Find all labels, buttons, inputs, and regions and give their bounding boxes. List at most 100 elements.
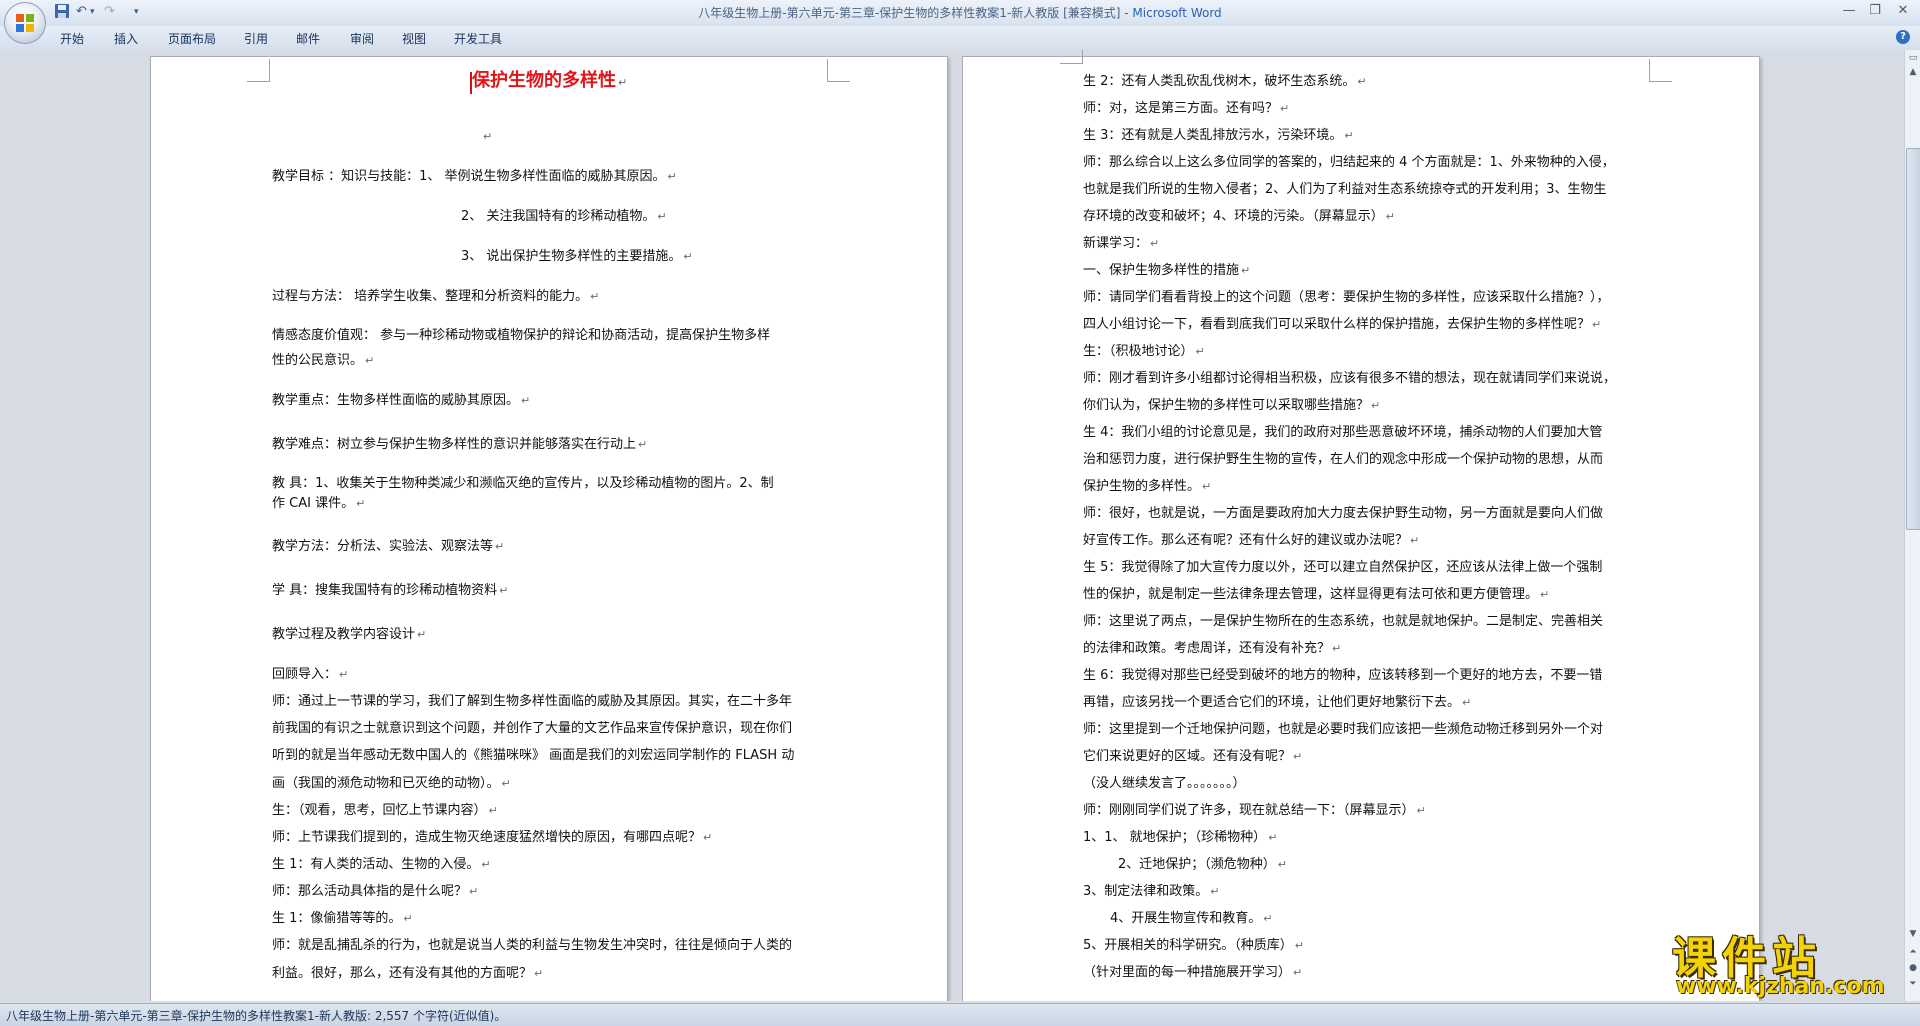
paragraph[interactable]: 师：很好，也就是说，一方面是要政府加大力度去保护野生动物，另一方面就是要向人们做 [1083, 505, 1603, 523]
paragraph-text: 听到的就是当年感动无数中国人的《熊猫咪咪》 画面是我们的刘宏运同学制作的 FLA… [272, 748, 795, 763]
paragraph-text: 存环境的改变和破坏；4、环境的污染。（屏幕显示） [1083, 209, 1384, 224]
paragraph[interactable]: 教 具：1、收集关于生物种类减少和濒临灭绝的宣传片，以及珍稀动植物的图片。2、制 [272, 475, 774, 493]
paragraph[interactable]: 3、 说出保护生物多样性的主要措施。 ↵ [461, 248, 693, 266]
help-icon[interactable]: ? [1896, 30, 1910, 44]
paragraph-text: 保护生物的多样性。 [1083, 479, 1201, 494]
paragraph[interactable]: 教学重点：生物多样性面临的威胁其原因。 ↵ [272, 392, 530, 410]
minimize-icon[interactable]: — [1836, 2, 1862, 20]
paragraph[interactable]: 生 6：我觉得对那些已经受到破坏的地方的物种，应该转移到一个更好的地方去，不要一… [1083, 667, 1602, 685]
paragraph-text: 教学目标 ：知识与技能：1、 举例说生物多样性面临的威胁其原因。 [272, 169, 666, 184]
tab-references[interactable]: 引用 [244, 30, 268, 47]
paragraph[interactable]: 回顾导入： ↵ [272, 666, 348, 684]
paragraph[interactable]: 师：那么活动具体指的是什么呢？ ↵ [272, 883, 478, 901]
previous-page-icon[interactable]: ⏶ [1907, 946, 1919, 958]
paragraph[interactable]: 5、开展相关的科学研究。（种质库） ↵ [1083, 937, 1304, 955]
paragraph[interactable]: 生 2：还有人类乱砍乱伐树木，破坏生态系统。 ↵ [1083, 73, 1367, 91]
paragraph[interactable]: 生：（积极地讨论） ↵ [1083, 343, 1205, 361]
paragraph[interactable]: 听到的就是当年感动无数中国人的《熊猫咪咪》 画面是我们的刘宏运同学制作的 FLA… [272, 747, 794, 765]
paragraph[interactable]: 你们认为，保护生物的多样性可以采取哪些措施？ ↵ [1083, 397, 1380, 415]
paragraph[interactable]: 存环境的改变和破坏；4、环境的污染。（屏幕显示） ↵ [1083, 208, 1395, 226]
paragraph[interactable]: 4、开展生物宣传和教育。 ↵ [1110, 910, 1273, 928]
paragraph[interactable]: 2、迁地保护；（濒危物种） ↵ [1118, 856, 1287, 874]
tab-insert[interactable]: 插入 [114, 30, 138, 47]
paragraph[interactable]: 师：就是乱捕乱杀的行为，也就是说当人类的利益与生物发生冲突时，往往是倾向于人类的 [272, 937, 792, 955]
tab-view[interactable]: 视图 [402, 30, 426, 47]
paragraph[interactable]: 作 CAI 课件。 ↵ [272, 495, 365, 513]
paragraph[interactable]: 画（我国的濒危动物和已灭绝的动物）。 ↵ [272, 775, 511, 793]
paragraph[interactable]: 四人小组讨论一下，看看到底我们可以采取什么样的保护措施，去保护生物的多样性呢？ ↵ [1083, 316, 1601, 334]
paragraph[interactable]: 师：那么综合以上这么多位同学的答案的，归结起来的 4 个方面就是：1、外来物种的… [1083, 154, 1615, 172]
restore-icon[interactable]: ❐ [1862, 2, 1888, 20]
crop-mark [1060, 50, 1083, 64]
paragraph[interactable]: 教学方法：分析法、实验法、观察法等 ↵ [272, 538, 504, 556]
paragraph[interactable]: 师：上节课我们提到的，造成生物灭绝速度猛然增快的原因，有哪四点呢？ ↵ [272, 829, 712, 847]
tab-developer[interactable]: 开发工具 [454, 30, 502, 47]
browse-object-icon[interactable]: ● [1907, 962, 1919, 974]
paragraph[interactable]: 师：刚才看到许多小组都讨论得相当积极，应该有很多不错的想法，现在就请同学们来说说… [1083, 370, 1616, 388]
paragraph[interactable]: ↵ [481, 128, 492, 146]
paragraph-mark: ↵ [590, 290, 600, 303]
paragraph-text: （针对里面的每一种措施展开学习） [1083, 965, 1292, 980]
paragraph[interactable]: 也就是我们所说的生物入侵者；2、人们为了利益对生态系统掠夺式的开发利用；3、生物… [1083, 181, 1607, 199]
paragraph-text: 的法律和政策。考虑周详，还有没有补充？ [1083, 641, 1331, 656]
ruler-toggle-icon[interactable]: ▭ [1907, 52, 1919, 64]
vertical-scrollbar[interactable]: ▭ ▲ ▼ ⏶ ● ⏷ [1904, 50, 1920, 1001]
tab-mailings[interactable]: 邮件 [296, 30, 320, 47]
paragraph[interactable]: 治和惩罚力度，进行保护野生生物的宣传，在人们的观念中形成一个保护动物的思想，从而 [1083, 451, 1603, 469]
paragraph[interactable]: 再错，应该另找一个更适合它们的环境，让他们更好地繁衍下去。 ↵ [1083, 694, 1471, 712]
scroll-up-icon[interactable]: ▲ [1907, 66, 1919, 78]
scroll-down-icon[interactable]: ▼ [1907, 928, 1919, 940]
paragraph[interactable]: 它们来说更好的区域。还有没有呢？ ↵ [1083, 748, 1302, 766]
document-area[interactable]: 保护生物的多样性 ↵ ↵ 教学目标 ：知识与技能：1、 举例说生物多样性面临的威胁… [0, 50, 1904, 1001]
page-right[interactable]: 生 2：还有人类乱砍乱伐树木，破坏生态系统。 ↵ 师：对，这是第三方面。还有吗？ ↵… [962, 50, 1760, 1001]
tab-home[interactable]: 开始 [60, 30, 84, 47]
paragraph[interactable]: 的法律和政策。考虑周详，还有没有补充？ ↵ [1083, 640, 1341, 658]
paragraph-mark: ↵ [1344, 129, 1354, 142]
document-title: 八年级生物上册-第六单元-第三章-保护生物的多样性教案1-新人教版 [兼容模式]… [698, 6, 1133, 20]
paragraph[interactable]: 生 3：还有就是人类乱排放污水，污染环境。 ↵ [1083, 127, 1354, 145]
paragraph[interactable]: 性的保护，就是制定一些法律条理去管理，这样显得更有法可依和更方便管理。 ↵ [1083, 586, 1549, 604]
paragraph-text: 生 1：有人类的活动、生物的入侵。 [272, 857, 480, 872]
paragraph[interactable]: 过程与方法： 培养学生收集、整理和分析资料的能力。 ↵ [272, 288, 599, 306]
paragraph[interactable]: 生：（观看，思考，回忆上节课内容） ↵ [272, 802, 498, 820]
paragraph[interactable]: 2、 关注我国特有的珍稀动植物。 ↵ [461, 208, 667, 226]
tab-page-layout[interactable]: 页面布局 [168, 30, 216, 47]
paragraph[interactable]: 师：通过上一节课的学习，我们了解到生物多样性面临的威胁及其原因。其实，在二十多年 [272, 693, 792, 711]
paragraph[interactable]: 师：刚刚同学们说了许多，现在就总结一下：（屏幕显示） ↵ [1083, 802, 1426, 820]
paragraph[interactable]: 生 4：我们小组的讨论意见是，我们的政府对那些恶意破坏环境，捕杀动物的人们要加大… [1083, 424, 1602, 442]
paragraph[interactable]: 1、1、 就地保护；（珍稀物种） ↵ [1083, 829, 1277, 847]
document-heading[interactable]: 保护生物的多样性 ↵ [472, 72, 627, 92]
title-bar: ↶ ▾ ↷ ▾ 八年级生物上册-第六单元-第三章-保护生物的多样性教案1-新人教… [0, 0, 1920, 27]
paragraph[interactable]: 前我国的有识之士就意识到这个问题，并创作了大量的文艺作品来宣传保护意识，现在你们 [272, 720, 792, 738]
paragraph[interactable]: 生 5：我觉得除了加大宣传力度以外，还可以建立自然保护区，还应该从法律上做一个强… [1083, 559, 1602, 577]
paragraph[interactable]: 3、制定法律和政策。 ↵ [1083, 883, 1220, 901]
paragraph[interactable]: 师：这里提到一个迁地保护问题，也就是必要时我们应该把一些濒危动物迁移到另外一个对 [1083, 721, 1603, 739]
paragraph[interactable]: 生 1：像偷猎等等的。 ↵ [272, 910, 413, 928]
paragraph[interactable]: 利益。很好，那么，还有没有其他的方面呢？ ↵ [272, 965, 543, 983]
paragraph[interactable]: 师：对，这是第三方面。还有吗？ ↵ [1083, 100, 1289, 118]
office-button[interactable] [4, 2, 46, 44]
paragraph[interactable]: 性的公民意识。 ↵ [272, 352, 374, 370]
scroll-thumb[interactable] [1906, 148, 1920, 530]
paragraph[interactable]: 教学目标 ：知识与技能：1、 举例说生物多样性面临的威胁其原因。 ↵ [272, 168, 677, 186]
paragraph-mark: ↵ [1277, 858, 1287, 871]
paragraph[interactable]: 学 具：搜集我国特有的珍稀动植物资料 ↵ [272, 582, 508, 600]
paragraph[interactable]: 师：这里说了两点，一是保护生物所在的生态系统，也就是就地保护。二是制定、完善相关 [1083, 613, 1603, 631]
paragraph[interactable]: 保护生物的多样性。 ↵ [1083, 478, 1211, 496]
paragraph[interactable]: 生 1：有人类的活动、生物的入侵。 ↵ [272, 856, 491, 874]
paragraph[interactable]: 新课学习： ↵ [1083, 235, 1159, 253]
tab-review[interactable]: 审阅 [350, 30, 374, 47]
page-left[interactable]: 保护生物的多样性 ↵ ↵ 教学目标 ：知识与技能：1、 举例说生物多样性面临的威胁… [150, 56, 948, 1001]
paragraph[interactable]: 一、保护生物多样性的措施 ↵ [1083, 262, 1250, 280]
paragraph[interactable]: （没人继续发言了。。。。。。。） [1083, 775, 1246, 793]
paragraph[interactable]: 情感态度价值观： 参与一种珍稀动物或植物保护的辩论和协商活动，提高保护生物多样 [272, 327, 770, 345]
paragraph-mark: ↵ [365, 354, 375, 367]
next-page-icon[interactable]: ⏷ [1907, 978, 1919, 990]
paragraph[interactable]: 好宣传工作。那么还有呢？还有什么好的建议或办法呢？ ↵ [1083, 532, 1419, 550]
paragraph[interactable]: 师：请同学们看看背投上的这个问题（思考：要保护生物的多样性，应该采取什么措施？）… [1083, 289, 1610, 307]
paragraph[interactable]: 教学难点：树立参与保护生物多样性的意识并能够落实在行动上 ↵ [272, 436, 647, 454]
close-icon[interactable]: ✕ [1890, 2, 1916, 20]
paragraph[interactable]: 教学过程及教学内容设计 ↵ [272, 626, 426, 644]
paragraph-mark: ↵ [1416, 804, 1426, 817]
paragraph[interactable]: （针对里面的每一种措施展开学习） ↵ [1083, 964, 1302, 982]
